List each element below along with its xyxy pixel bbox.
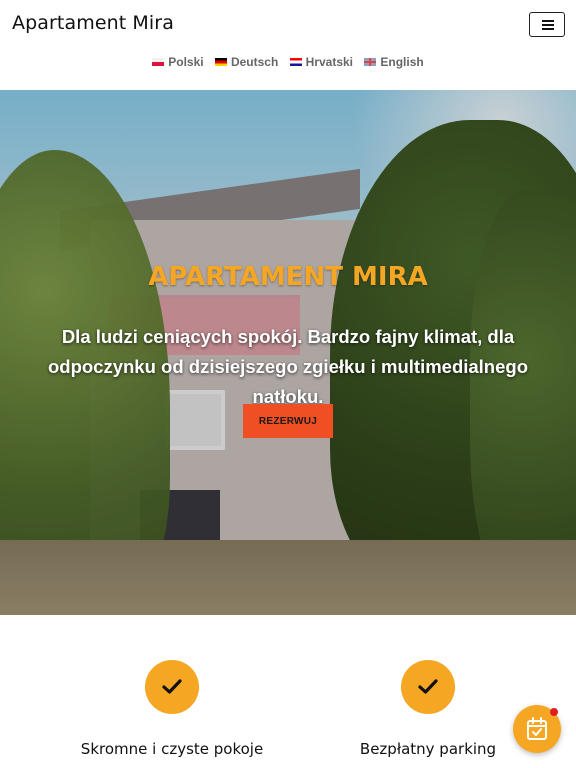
feature-item: Skromne i czyste pokoje: [52, 660, 292, 758]
hero-subtitle: Dla ludzi ceniących spokój. Bardzo fajny…: [47, 326, 529, 407]
language-label: Polski: [168, 55, 204, 69]
language-switcher: Polski Deutsch Hrvatski English: [0, 55, 576, 69]
feature-item: Bezpłatny parking: [308, 660, 548, 758]
language-link-english[interactable]: English: [364, 55, 424, 69]
feature-icon-circle: [401, 660, 455, 714]
language-link-deutsch[interactable]: Deutsch: [214, 55, 279, 69]
checkmark-icon: [418, 679, 438, 694]
germany-flag-icon: [214, 58, 227, 66]
language-label: Hrvatski: [305, 55, 354, 69]
language-label: English: [380, 55, 424, 69]
language-link-hrvatski[interactable]: Hrvatski: [289, 55, 354, 69]
hamburger-menu-icon: [542, 20, 554, 30]
croatia-flag-icon: [289, 58, 302, 66]
hero-title: APARTAMENT MIRA: [148, 262, 428, 292]
notification-dot: [550, 708, 558, 716]
language-label: Deutsch: [230, 55, 279, 69]
feature-icon-circle: [145, 660, 199, 714]
menu-toggle-button[interactable]: [529, 12, 565, 37]
uk-flag-icon: [364, 58, 377, 66]
brand-title[interactable]: Apartament Mira: [12, 12, 174, 34]
calendar-check-icon: [527, 717, 547, 740]
checkmark-icon: [162, 679, 182, 694]
top-navbar: Apartament Mira: [0, 0, 576, 50]
feature-label: Skromne i czyste pokoje: [80, 740, 264, 758]
language-link-polski[interactable]: Polski: [152, 55, 204, 69]
poland-flag-icon: [152, 58, 165, 66]
feature-label: Bezpłatny parking: [359, 740, 497, 758]
reserve-button[interactable]: REZERWUJ: [243, 404, 333, 438]
